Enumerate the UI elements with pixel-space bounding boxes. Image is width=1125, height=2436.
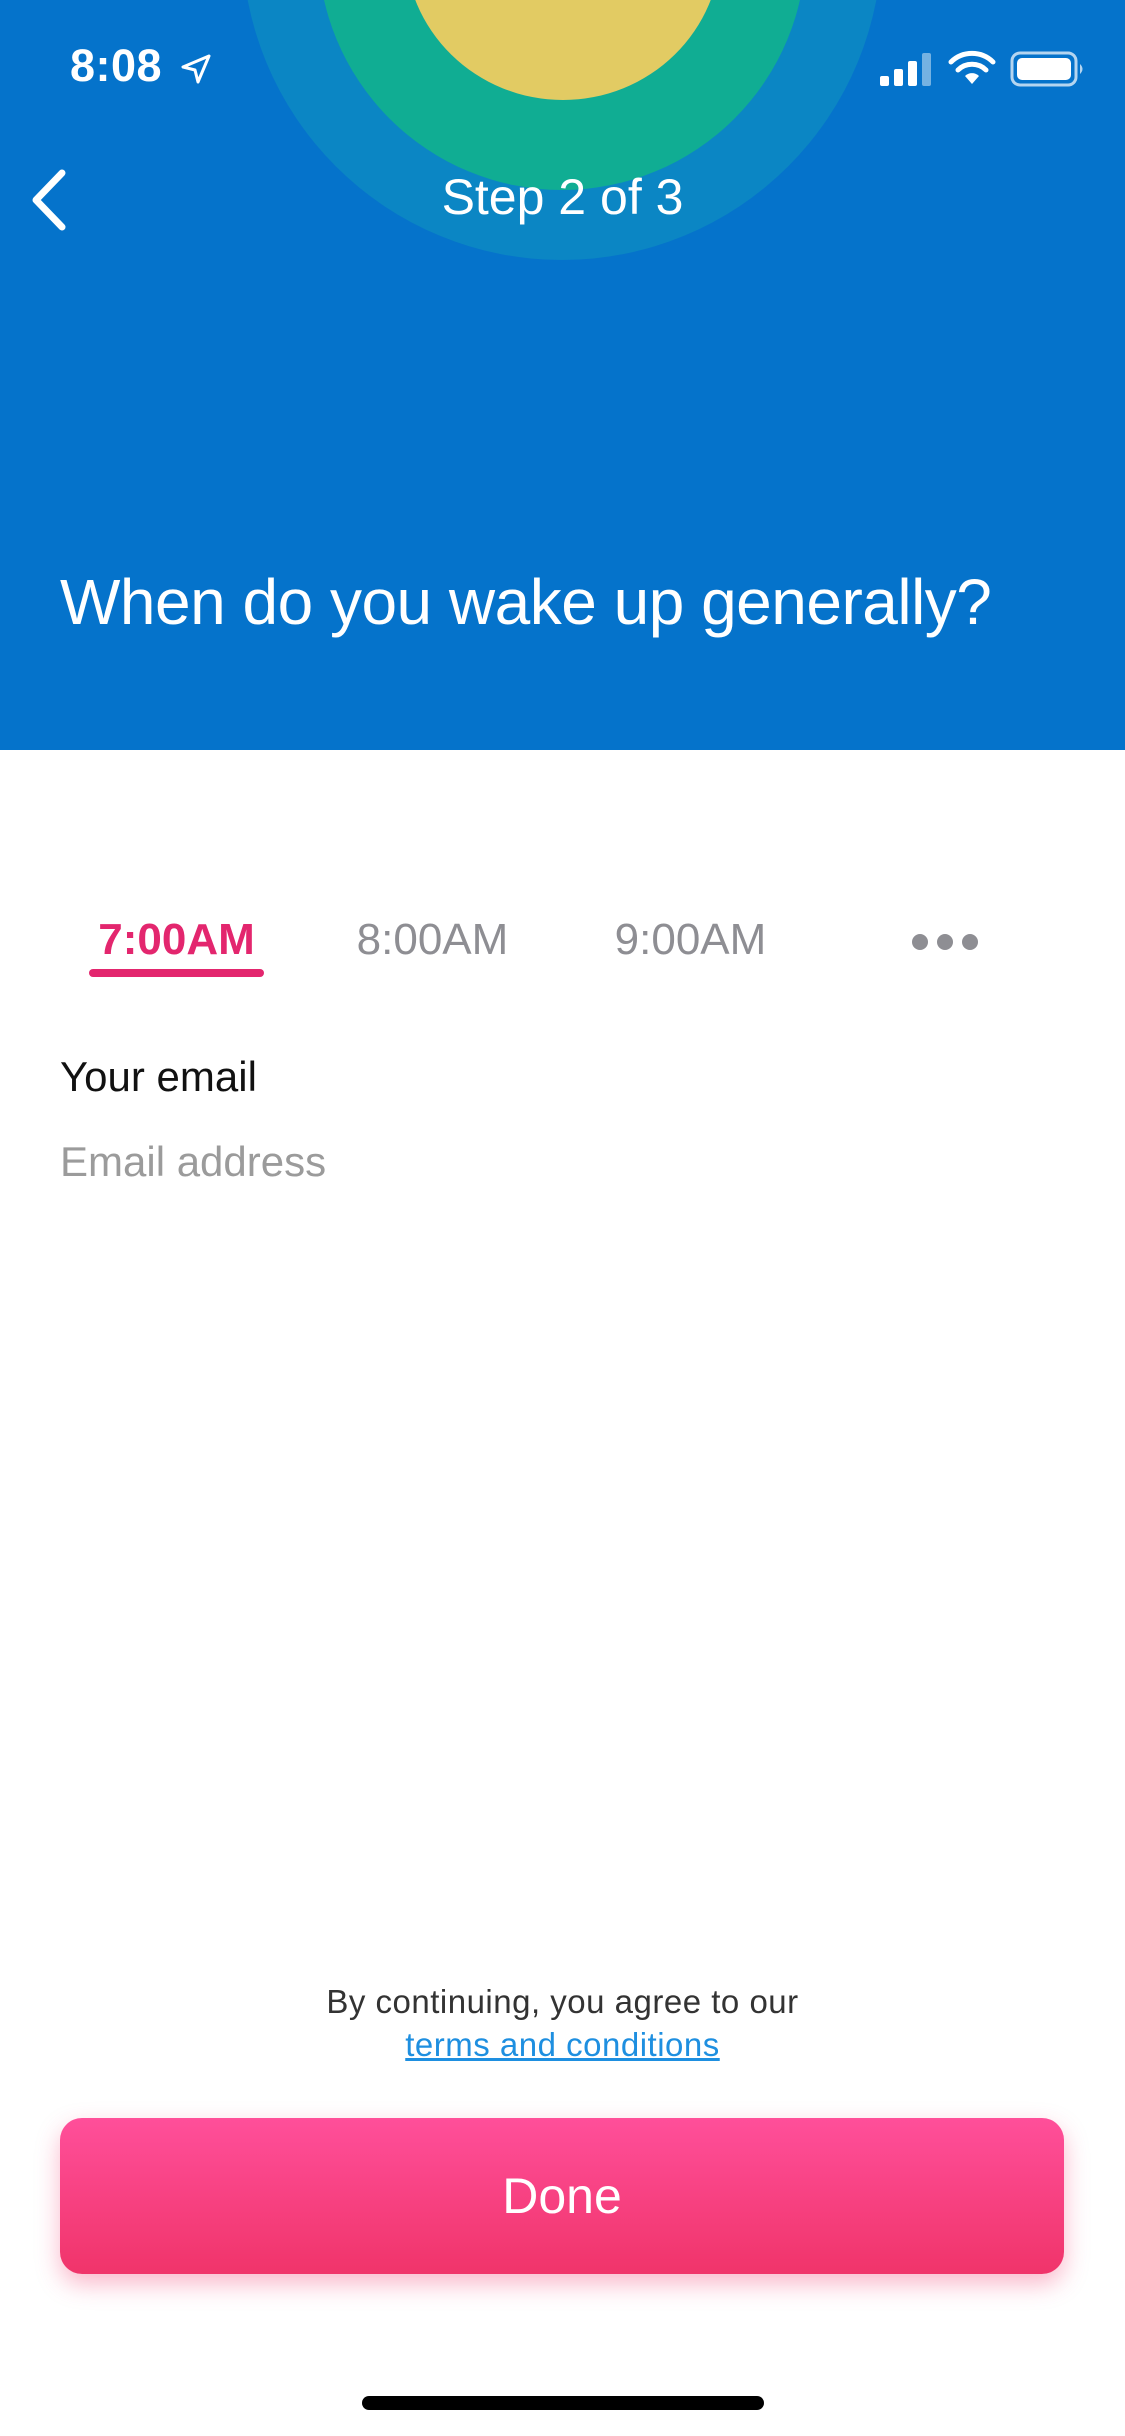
wake-time-options: 7:00AM 8:00AM 9:00AM bbox=[0, 905, 1125, 1005]
battery-icon bbox=[1010, 51, 1083, 87]
time-option-7am[interactable]: 7:00AM bbox=[89, 915, 264, 965]
home-indicator bbox=[362, 2396, 764, 2410]
terms-link-row: terms and conditions bbox=[0, 2026, 1125, 2064]
email-label: Your email bbox=[60, 1053, 257, 1100]
cellular-signal-icon bbox=[880, 53, 931, 86]
more-options-icon[interactable] bbox=[910, 932, 980, 952]
selected-option-underline bbox=[89, 969, 264, 977]
time-option-8am[interactable]: 8:00AM bbox=[345, 915, 520, 965]
header: 8:08 Step 2 of 3 When do you wake up gen… bbox=[0, 0, 1125, 750]
status-time: 8:08 bbox=[70, 40, 163, 91]
wifi-icon bbox=[948, 50, 996, 84]
step-indicator: Step 2 of 3 bbox=[441, 169, 684, 225]
question-title: When do you wake up generally? bbox=[60, 566, 992, 638]
email-input[interactable] bbox=[60, 1132, 1060, 1192]
done-button[interactable]: Done bbox=[60, 2118, 1064, 2274]
terms-notice: By continuing, you agree to our bbox=[326, 1983, 799, 2020]
location-arrow-icon bbox=[181, 54, 211, 84]
time-option-9am[interactable]: 9:00AM bbox=[603, 915, 778, 965]
terms-link[interactable]: terms and conditions bbox=[405, 2026, 720, 2063]
